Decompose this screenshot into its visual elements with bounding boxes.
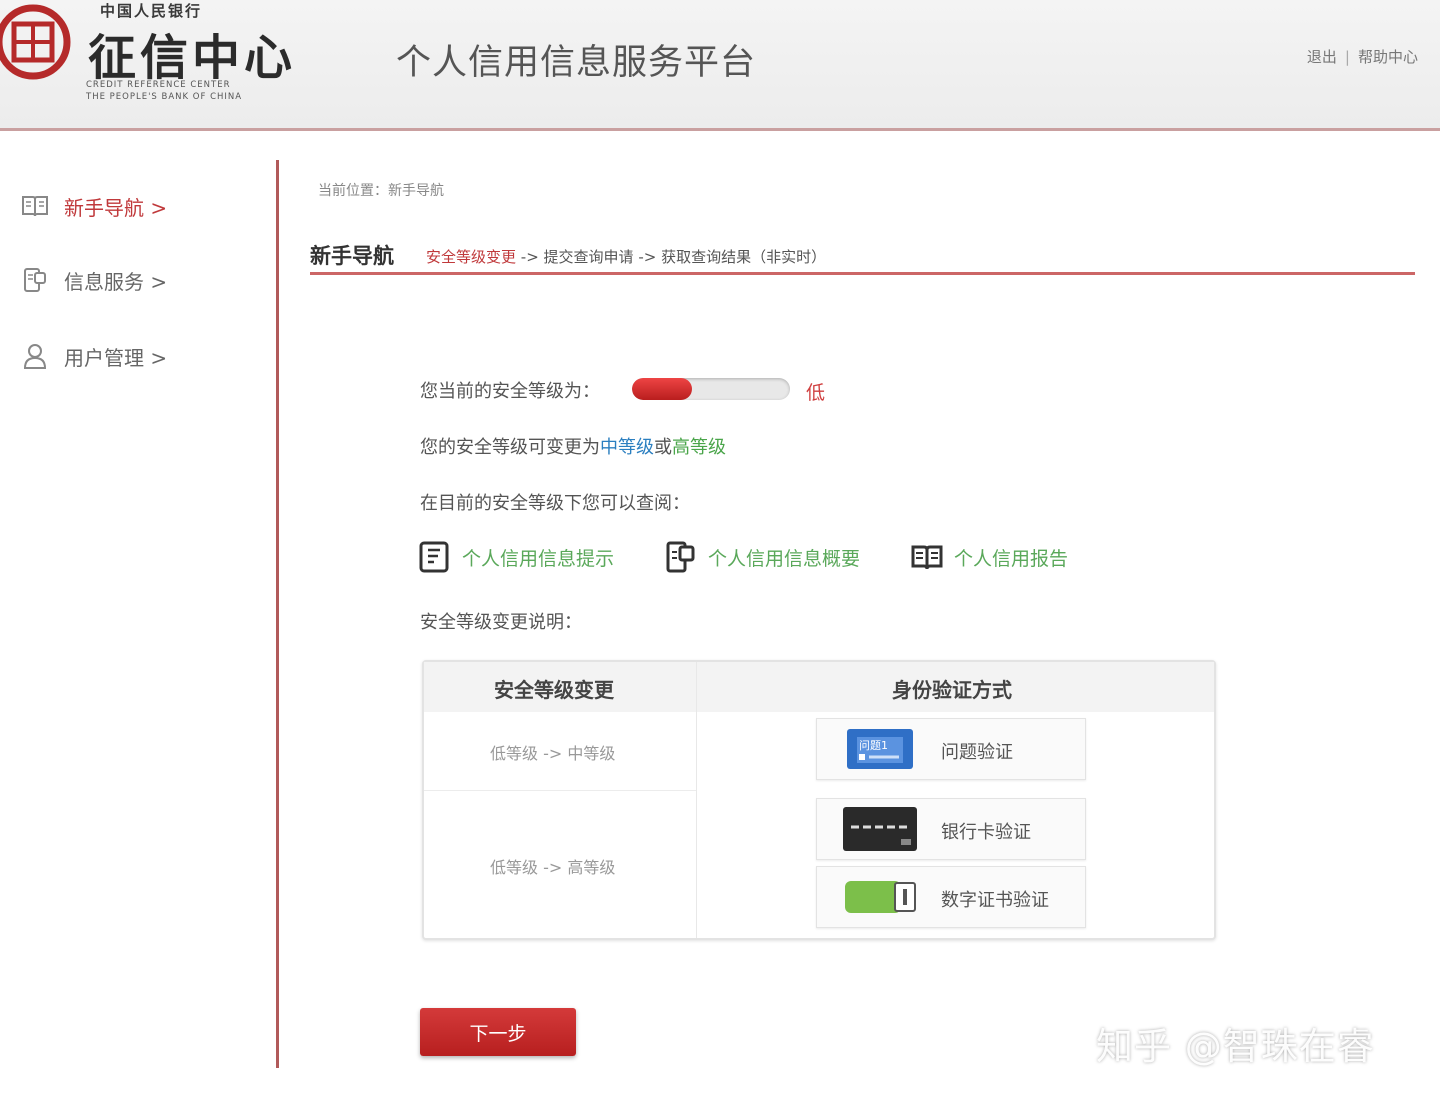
method-digital-cert-verify[interactable]: 数字证书验证 xyxy=(816,866,1086,928)
level-change-prefix: 您的安全等级可变更为 xyxy=(420,437,600,458)
document-icon xyxy=(24,268,46,292)
sidebar-item-label: 新手导航 > xyxy=(64,195,168,220)
header-links: 退出 | 帮助中心 xyxy=(1307,46,1418,67)
or-text: 或 xyxy=(654,437,672,458)
next-step-button[interactable]: 下一步 xyxy=(420,1008,576,1056)
table-cell-change: 低等级 -> 中等级 xyxy=(490,744,616,763)
logo-en-line-1: CREDIT REFERENCE CENTER xyxy=(86,80,231,90)
query-item-label: 个人信用信息提示 xyxy=(462,547,615,570)
table-column-divider xyxy=(696,662,697,938)
logout-link[interactable]: 退出 xyxy=(1307,48,1337,66)
section-title: 新手导航 xyxy=(310,244,394,268)
usb-key-icon xyxy=(845,881,916,913)
table-cell-change: 低等级 -> 高等级 xyxy=(490,858,616,877)
method-label: 银行卡验证 xyxy=(941,822,1031,843)
method-question-verify[interactable]: 问题1 问题验证 xyxy=(816,718,1086,780)
step-get-result: 获取查询结果（非实时） xyxy=(661,248,827,266)
query-label: 在目前的安全等级下您可以查阅： xyxy=(420,493,690,514)
query-credit-summary[interactable]: 个人信用信息概要 xyxy=(664,540,860,574)
change-note-label: 安全等级变更说明： xyxy=(420,612,582,633)
hint-doc-icon xyxy=(419,541,449,573)
sidebar-item-info-service[interactable]: 信息服务 > xyxy=(20,260,167,300)
high-level-link[interactable]: 高等级 xyxy=(672,437,726,458)
table-header-cell: 身份验证方式 xyxy=(892,678,1012,702)
summary-doc-icon xyxy=(666,541,695,573)
help-center-link[interactable]: 帮助中心 xyxy=(1358,48,1418,66)
mid-level-link[interactable]: 中等级 xyxy=(600,437,654,458)
table-row-divider xyxy=(424,790,696,791)
query-item-label: 个人信用信息概要 xyxy=(708,547,861,570)
verification-table: 安全等级变更 身份验证方式 低等级 -> 中等级 问题1 问题验证 低等级 ->… xyxy=(422,660,1216,940)
logo-en-line-2: THE PEOPLE'S BANK OF CHINA xyxy=(86,92,243,102)
query-credit-report[interactable]: 个人信用报告 xyxy=(910,540,1068,574)
credit-center-logo-icon xyxy=(0,4,71,80)
book-icon xyxy=(22,196,48,217)
link-separator: | xyxy=(1344,48,1350,66)
table-header-cell: 安全等级变更 xyxy=(494,678,614,702)
steps-indicator: 安全等级变更 -> 提交查询申请 -> 获取查询结果（非实时） xyxy=(426,246,826,267)
security-level-text: 低 xyxy=(806,382,826,404)
method-label: 问题验证 xyxy=(941,742,1013,763)
step-arrow: -> xyxy=(516,248,544,266)
user-icon xyxy=(23,344,47,369)
security-level-fill xyxy=(632,378,693,400)
query-item-label: 个人信用报告 xyxy=(954,547,1069,570)
breadcrumb: 当前位置：新手导航 xyxy=(318,183,444,199)
sidebar-item-newbie-guide[interactable]: 新手导航 > xyxy=(20,186,167,226)
method-label: 数字证书验证 xyxy=(941,890,1049,911)
sidebar-item-label: 用户管理 > xyxy=(64,345,168,370)
security-level-bar xyxy=(632,378,790,400)
section-header: 新手导航 安全等级变更 -> 提交查询申请 -> 获取查询结果（非实时） xyxy=(310,242,1415,275)
level-change-line: 您的安全等级可变更为中等级或高等级 xyxy=(420,433,726,459)
platform-title: 个人信用信息服务平台 xyxy=(396,43,757,83)
method-bank-card-verify[interactable]: 银行卡验证 xyxy=(816,798,1086,860)
sidebar-divider xyxy=(276,160,279,1068)
bank-card-icon xyxy=(843,807,917,851)
header: 中国人民银行 征信中心 CREDIT REFERENCE CENTER THE … xyxy=(0,0,1440,131)
question-card-icon: 问题1 xyxy=(847,729,913,769)
logo-title: 征信中心 xyxy=(88,30,297,86)
report-book-icon xyxy=(911,545,943,570)
question-card-text: 问题1 xyxy=(859,739,888,752)
step-arrow: -> xyxy=(633,248,662,266)
watermark-text: 知乎 @智珠在睿 xyxy=(1096,1025,1375,1068)
step-submit-query: 提交查询申请 xyxy=(543,248,634,266)
sidebar-item-label: 信息服务 > xyxy=(64,269,168,294)
sidebar-item-user-management[interactable]: 用户管理 > xyxy=(20,336,167,376)
table-header: 安全等级变更 身份验证方式 xyxy=(424,662,1214,712)
current-level-label: 您当前的安全等级为： xyxy=(420,381,600,402)
step-security-change: 安全等级变更 xyxy=(426,248,517,266)
query-credit-hint[interactable]: 个人信用信息提示 xyxy=(418,540,614,574)
